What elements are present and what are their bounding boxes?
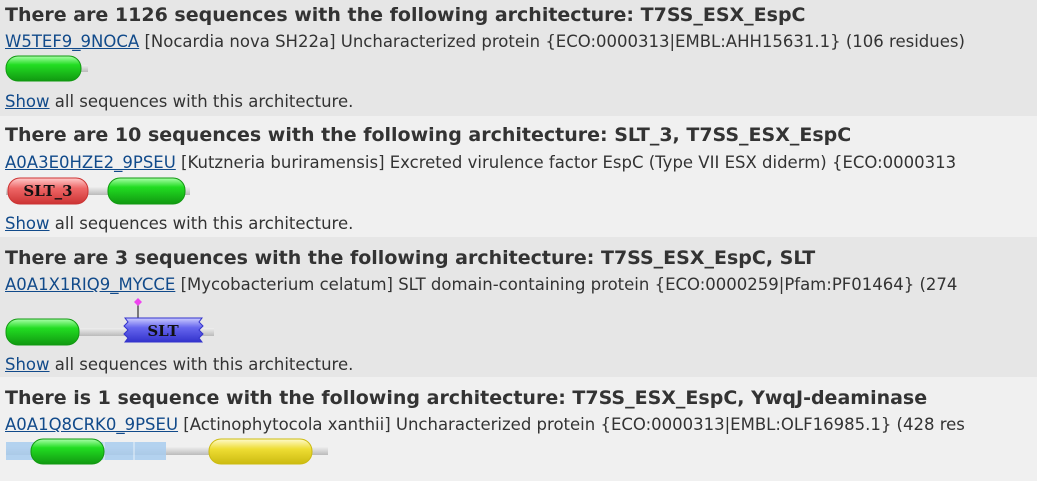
domain-ywqj-deaminase[interactable] (208, 438, 313, 465)
domain-architecture (6, 438, 328, 465)
sequence-link[interactable]: A0A3E0HZE2_9PSEU (5, 153, 176, 172)
sequence-description: [Actinophytocola xanthii] Uncharacterize… (178, 415, 965, 434)
show-all-link[interactable]: Show (5, 355, 50, 374)
domain-architecture: SLT_3 (6, 177, 190, 205)
domain-t7ss-esx-espc[interactable] (30, 438, 105, 465)
show-all-link[interactable]: Show (5, 214, 50, 233)
sequence-line: A0A1X1RIQ9_MYCCE [Mycobacterium celatum]… (5, 274, 957, 296)
show-all-line: Show all sequences with this architectur… (5, 355, 354, 374)
sequence-link[interactable]: W5TEF9_9NOCA (5, 32, 139, 51)
sequence-description: [Nocardia nova SH22a] Uncharacterized pr… (139, 32, 965, 51)
domain-t7ss-esx-espc[interactable] (107, 177, 186, 205)
architecture-title: There are 10 sequences with the followin… (5, 124, 852, 146)
show-all-line: Show all sequences with this architectur… (5, 92, 354, 111)
show-all-line: Show all sequences with this architectur… (5, 214, 354, 233)
sequence-line: A0A3E0HZE2_9PSEU [Kutzneria buriramensis… (5, 152, 956, 174)
show-all-link[interactable]: Show (5, 92, 50, 111)
sequence-description: [Kutzneria buriramensis] Excreted virule… (175, 153, 957, 172)
sequence-line: A0A1Q8CRK0_9PSEU [Actinophytocola xanthi… (5, 414, 965, 436)
architecture-title: There are 3 sequences with the following… (5, 247, 816, 269)
domain-architecture (5, 55, 88, 82)
architecture-block-4: There is 1 sequence with the following a… (0, 377, 1037, 481)
sequence-link[interactable]: A0A1X1RIQ9_MYCCE (5, 275, 175, 294)
sequence-link[interactable]: A0A1Q8CRK0_9PSEU (5, 415, 178, 434)
domain-label: SLT_3 (23, 182, 72, 200)
domain-t7ss-esx-espc[interactable] (5, 55, 82, 82)
domain-label: SLT (147, 322, 179, 340)
architecture-title: There is 1 sequence with the following a… (5, 387, 928, 409)
sequence-line: W5TEF9_9NOCA [Nocardia nova SH22a] Uncha… (5, 31, 965, 53)
domain-architecture: SLT (5, 298, 214, 346)
domain-t7ss-esx-espc[interactable] (5, 318, 80, 346)
site-marker-diamond[interactable] (134, 298, 142, 306)
sequence-description: [Mycobacterium celatum] SLT domain-conta… (175, 275, 958, 294)
architecture-block-2: There are 10 sequences with the followin… (0, 116, 1037, 237)
architecture-block-3: There are 3 sequences with the following… (0, 237, 1037, 377)
architecture-block-1: There are 1126 sequences with the follow… (0, 0, 1037, 116)
architecture-title: There are 1126 sequences with the follow… (5, 4, 806, 26)
